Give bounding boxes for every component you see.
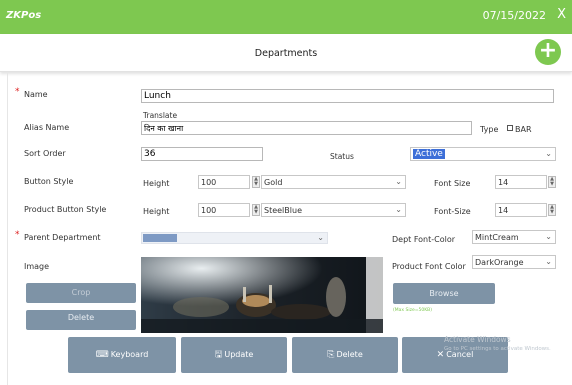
product-height-label: Height <box>143 207 170 216</box>
name-label: Name <box>24 90 48 99</box>
update-button[interactable]: 🖫 Update <box>181 337 287 373</box>
alias-name-label: Alias Name <box>24 123 70 132</box>
chevron-down-icon: ⌄ <box>545 149 552 158</box>
button-color-select[interactable]: Gold ⌄ <box>261 175 406 189</box>
font-size-label: Font Size <box>434 179 471 188</box>
department-image <box>141 257 383 333</box>
product-color-value: SteelBlue <box>264 206 302 215</box>
product-font-size-stepper[interactable]: ▲ ▼ <box>548 204 556 216</box>
product-color-select[interactable]: SteelBlue ⌄ <box>261 203 406 217</box>
form-left-border <box>7 72 8 385</box>
delete-button[interactable]: ⎘ Delete <box>292 337 398 373</box>
image-label: Image <box>24 262 50 271</box>
status-value: Active <box>413 149 445 159</box>
button-font-size-input[interactable]: 14 <box>495 175 547 189</box>
keyboard-icon: ⌨ <box>95 350 109 360</box>
dept-font-color-select[interactable]: MintCream ⌄ <box>472 230 556 244</box>
button-style-label: Button Style <box>24 177 74 186</box>
chevron-down-icon: ⌄ <box>395 177 402 186</box>
status-label: Status <box>330 152 354 161</box>
bar-checkbox-label: BAR <box>515 125 532 134</box>
product-font-size-input[interactable]: 14 <box>495 203 547 217</box>
height-label: Height <box>143 179 170 188</box>
product-height-input[interactable]: 100 <box>198 203 250 217</box>
browse-button[interactable]: Browse <box>393 283 495 304</box>
parent-department-label: Parent Department <box>24 233 101 242</box>
button-font-size-stepper[interactable]: ▲ ▼ <box>548 176 556 188</box>
page-header: Departments + <box>0 34 572 72</box>
add-button[interactable]: + <box>535 39 561 65</box>
parent-department-selection <box>143 234 177 242</box>
status-select[interactable]: Active ⌄ <box>410 147 556 161</box>
dept-font-color-label: Dept Font-Color <box>392 235 456 244</box>
required-marker: * <box>15 87 20 97</box>
department-photo <box>141 257 383 333</box>
watermark-title: Activate Windows <box>444 335 511 344</box>
chevron-down-icon: ⌄ <box>395 205 402 214</box>
type-label: Type <box>480 125 499 134</box>
sort-order-label: Sort Order <box>24 149 66 158</box>
translate-label: Translate <box>143 111 178 120</box>
keyboard-button[interactable]: ⌨ Keyboard <box>68 337 176 373</box>
chevron-down-icon: ⌄ <box>545 257 552 266</box>
date-display: 07/15/2022 <box>482 9 546 22</box>
watermark-subtitle: Go to PC settings to activate Windows. <box>444 346 551 352</box>
product-font-color-select[interactable]: DarkOrange ⌄ <box>472 255 556 269</box>
page-title: Departments <box>254 48 318 59</box>
bar-checkbox[interactable] <box>507 125 513 131</box>
crop-button[interactable]: Crop <box>26 283 136 303</box>
delete-image-button[interactable]: Delete <box>26 310 136 330</box>
button-height-input[interactable]: 100 <box>198 175 250 189</box>
parent-department-select[interactable]: ⌄ <box>141 232 328 244</box>
title-bar: ZKPos 07/15/2022 X <box>0 0 572 34</box>
button-color-value: Gold <box>264 178 283 187</box>
product-font-size-label: Font-Size <box>434 207 471 216</box>
product-button-style-label: Product Button Style <box>24 205 107 214</box>
required-marker: * <box>15 230 20 240</box>
sort-order-input[interactable]: 36 <box>141 147 263 161</box>
name-input[interactable]: Lunch <box>141 89 554 103</box>
max-size-note: (Max Size=50KB) <box>393 308 433 313</box>
chevron-down-icon: ⌄ <box>545 232 552 241</box>
document-delete-icon: ⎘ <box>327 350 335 360</box>
product-height-stepper[interactable]: ▲ ▼ <box>252 204 260 216</box>
chevron-down-icon: ⌄ <box>317 233 324 242</box>
product-font-color-label: Product Font Color <box>392 262 466 271</box>
button-height-stepper[interactable]: ▲ ▼ <box>252 176 260 188</box>
app-logo: ZKPos <box>6 10 42 21</box>
save-icon: 🖫 <box>214 350 223 360</box>
alias-name-input[interactable]: दिन का खाना <box>141 121 472 135</box>
close-icon[interactable]: X <box>557 7 566 22</box>
